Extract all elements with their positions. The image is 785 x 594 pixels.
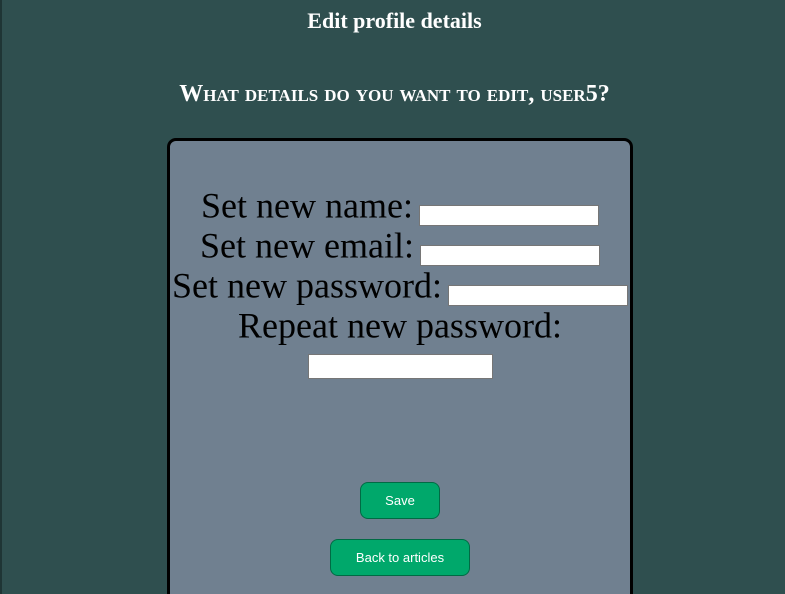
page: Edit profile details What details do you… bbox=[0, 0, 785, 594]
email-row: Set new email: bbox=[170, 222, 630, 266]
repeat-password-row: Repeat new password: bbox=[170, 302, 630, 346]
back-to-articles-button[interactable]: Back to articles bbox=[330, 539, 470, 576]
edit-profile-form: Set new name: Set new email: Set new pas… bbox=[167, 138, 633, 594]
name-label: Set new name: bbox=[201, 185, 413, 226]
email-label: Set new email: bbox=[200, 225, 414, 266]
repeat-password-input[interactable] bbox=[308, 354, 493, 379]
save-button[interactable]: Save bbox=[360, 482, 440, 519]
password-label: Set new password: bbox=[172, 265, 442, 306]
repeat-password-label: Repeat new password: bbox=[238, 305, 562, 346]
password-row: Set new password: bbox=[170, 262, 630, 306]
page-title: Edit profile details bbox=[307, 8, 482, 33]
edit-prompt-heading: What details do you want to edit, user5? bbox=[179, 81, 610, 107]
name-row: Set new name: bbox=[170, 182, 630, 226]
